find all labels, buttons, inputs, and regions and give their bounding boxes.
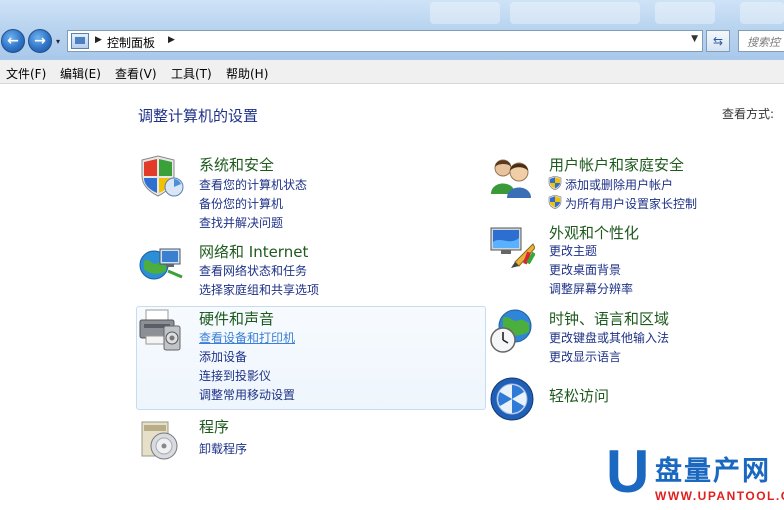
appearance-monitor-icon[interactable] (489, 222, 536, 268)
ease-of-access-icon[interactable] (489, 376, 535, 422)
link-troubleshoot[interactable]: 查找并解决问题 (199, 214, 283, 231)
watermark-site-name: 盘量产网 (655, 456, 771, 487)
recent-pages-dropdown-icon[interactable]: ▾ (56, 37, 66, 47)
menu-edit[interactable]: 编辑(E) (60, 65, 101, 82)
category-title-ease-of-access[interactable]: 轻松访问 (549, 385, 609, 406)
menu-bar: 文件(F) 编辑(E) 查看(V) 工具(T) 帮助(H) (0, 60, 784, 84)
category-title-system-security[interactable]: 系统和安全 (199, 154, 274, 175)
menu-file[interactable]: 文件(F) (6, 65, 46, 82)
control-panel-icon (71, 33, 89, 49)
link-change-keyboard-input[interactable]: 更改键盘或其他输入法 (549, 329, 669, 346)
link-network-status[interactable]: 查看网络状态和任务 (199, 262, 307, 279)
category-title-clock-language-region[interactable]: 时钟、语言和区域 (549, 308, 669, 329)
refresh-button[interactable]: ⇆ (706, 30, 730, 52)
breadcrumb-separator-icon[interactable]: ▶ (95, 35, 102, 45)
link-connect-projector[interactable]: 连接到投影仪 (199, 367, 271, 384)
link-change-display-language[interactable]: 更改显示语言 (549, 348, 621, 365)
link-mobility-settings[interactable]: 调整常用移动设置 (199, 386, 295, 403)
category-title-user-accounts[interactable]: 用户帐户和家庭安全 (549, 154, 684, 175)
forward-button[interactable]: → (28, 29, 52, 53)
page-title: 调整计算机的设置 (138, 107, 259, 125)
printer-icon[interactable] (138, 308, 184, 354)
link-view-computer-status[interactable]: 查看您的计算机状态 (199, 176, 307, 193)
link-devices-printers[interactable]: 查看设备和打印机 (199, 329, 295, 346)
link-change-desktop-background[interactable]: 更改桌面背景 (549, 261, 621, 278)
link-backup-computer[interactable]: 备份您的计算机 (199, 195, 283, 212)
watermark-logo-letter: U (606, 438, 650, 505)
programs-disc-icon[interactable] (138, 416, 184, 462)
address-bar[interactable]: ▶ 控制面板 ▶ ▼ (67, 30, 703, 52)
breadcrumb-separator-icon[interactable]: ▶ (168, 35, 175, 45)
users-icon[interactable] (489, 154, 535, 200)
back-button[interactable]: ← (1, 29, 25, 53)
blurred-title-area (740, 2, 784, 24)
control-panel-content: 调整计算机的设置 查看方式: 系统和安全 查看您的计算机状态 备份您的计算机 查… (0, 84, 784, 510)
clock-globe-icon[interactable] (489, 308, 535, 354)
uac-shield-icon (548, 194, 562, 210)
category-title-hardware-sound[interactable]: 硬件和声音 (199, 308, 274, 329)
watermark-url: WWW.UPANTOOL.COM (655, 489, 784, 503)
network-globe-icon[interactable] (138, 241, 184, 287)
link-parental-controls[interactable]: 为所有用户设置家长控制 (565, 195, 697, 212)
blurred-title-area (655, 2, 715, 24)
link-adjust-resolution[interactable]: 调整屏幕分辨率 (549, 280, 633, 297)
shield-icon[interactable] (138, 154, 184, 200)
menu-help[interactable]: 帮助(H) (226, 65, 268, 82)
hover-highlight (136, 306, 486, 410)
link-add-device[interactable]: 添加设备 (199, 348, 247, 365)
uac-shield-icon (548, 175, 562, 191)
blurred-title-area (430, 2, 500, 24)
window-titlebar: ← → ▾ ▶ 控制面板 ▶ ▼ ⇆ 搜索控 (0, 0, 784, 60)
menu-view[interactable]: 查看(V) (115, 65, 157, 82)
menu-tools[interactable]: 工具(T) (171, 65, 212, 82)
link-homegroup-sharing[interactable]: 选择家庭组和共享选项 (199, 281, 319, 298)
link-uninstall-program[interactable]: 卸载程序 (199, 440, 247, 457)
link-add-remove-users[interactable]: 添加或删除用户帐户 (565, 176, 673, 193)
search-input[interactable]: 搜索控 (738, 30, 784, 52)
breadcrumb-control-panel[interactable]: 控制面板 (107, 34, 155, 51)
address-dropdown-icon[interactable]: ▼ (691, 34, 698, 44)
category-title-network-internet[interactable]: 网络和 Internet (199, 241, 308, 262)
category-title-appearance[interactable]: 外观和个性化 (549, 222, 639, 243)
category-title-programs[interactable]: 程序 (199, 416, 229, 437)
view-by-label: 查看方式: (722, 107, 775, 121)
blurred-title-area (510, 2, 640, 24)
link-change-theme[interactable]: 更改主题 (549, 242, 597, 259)
